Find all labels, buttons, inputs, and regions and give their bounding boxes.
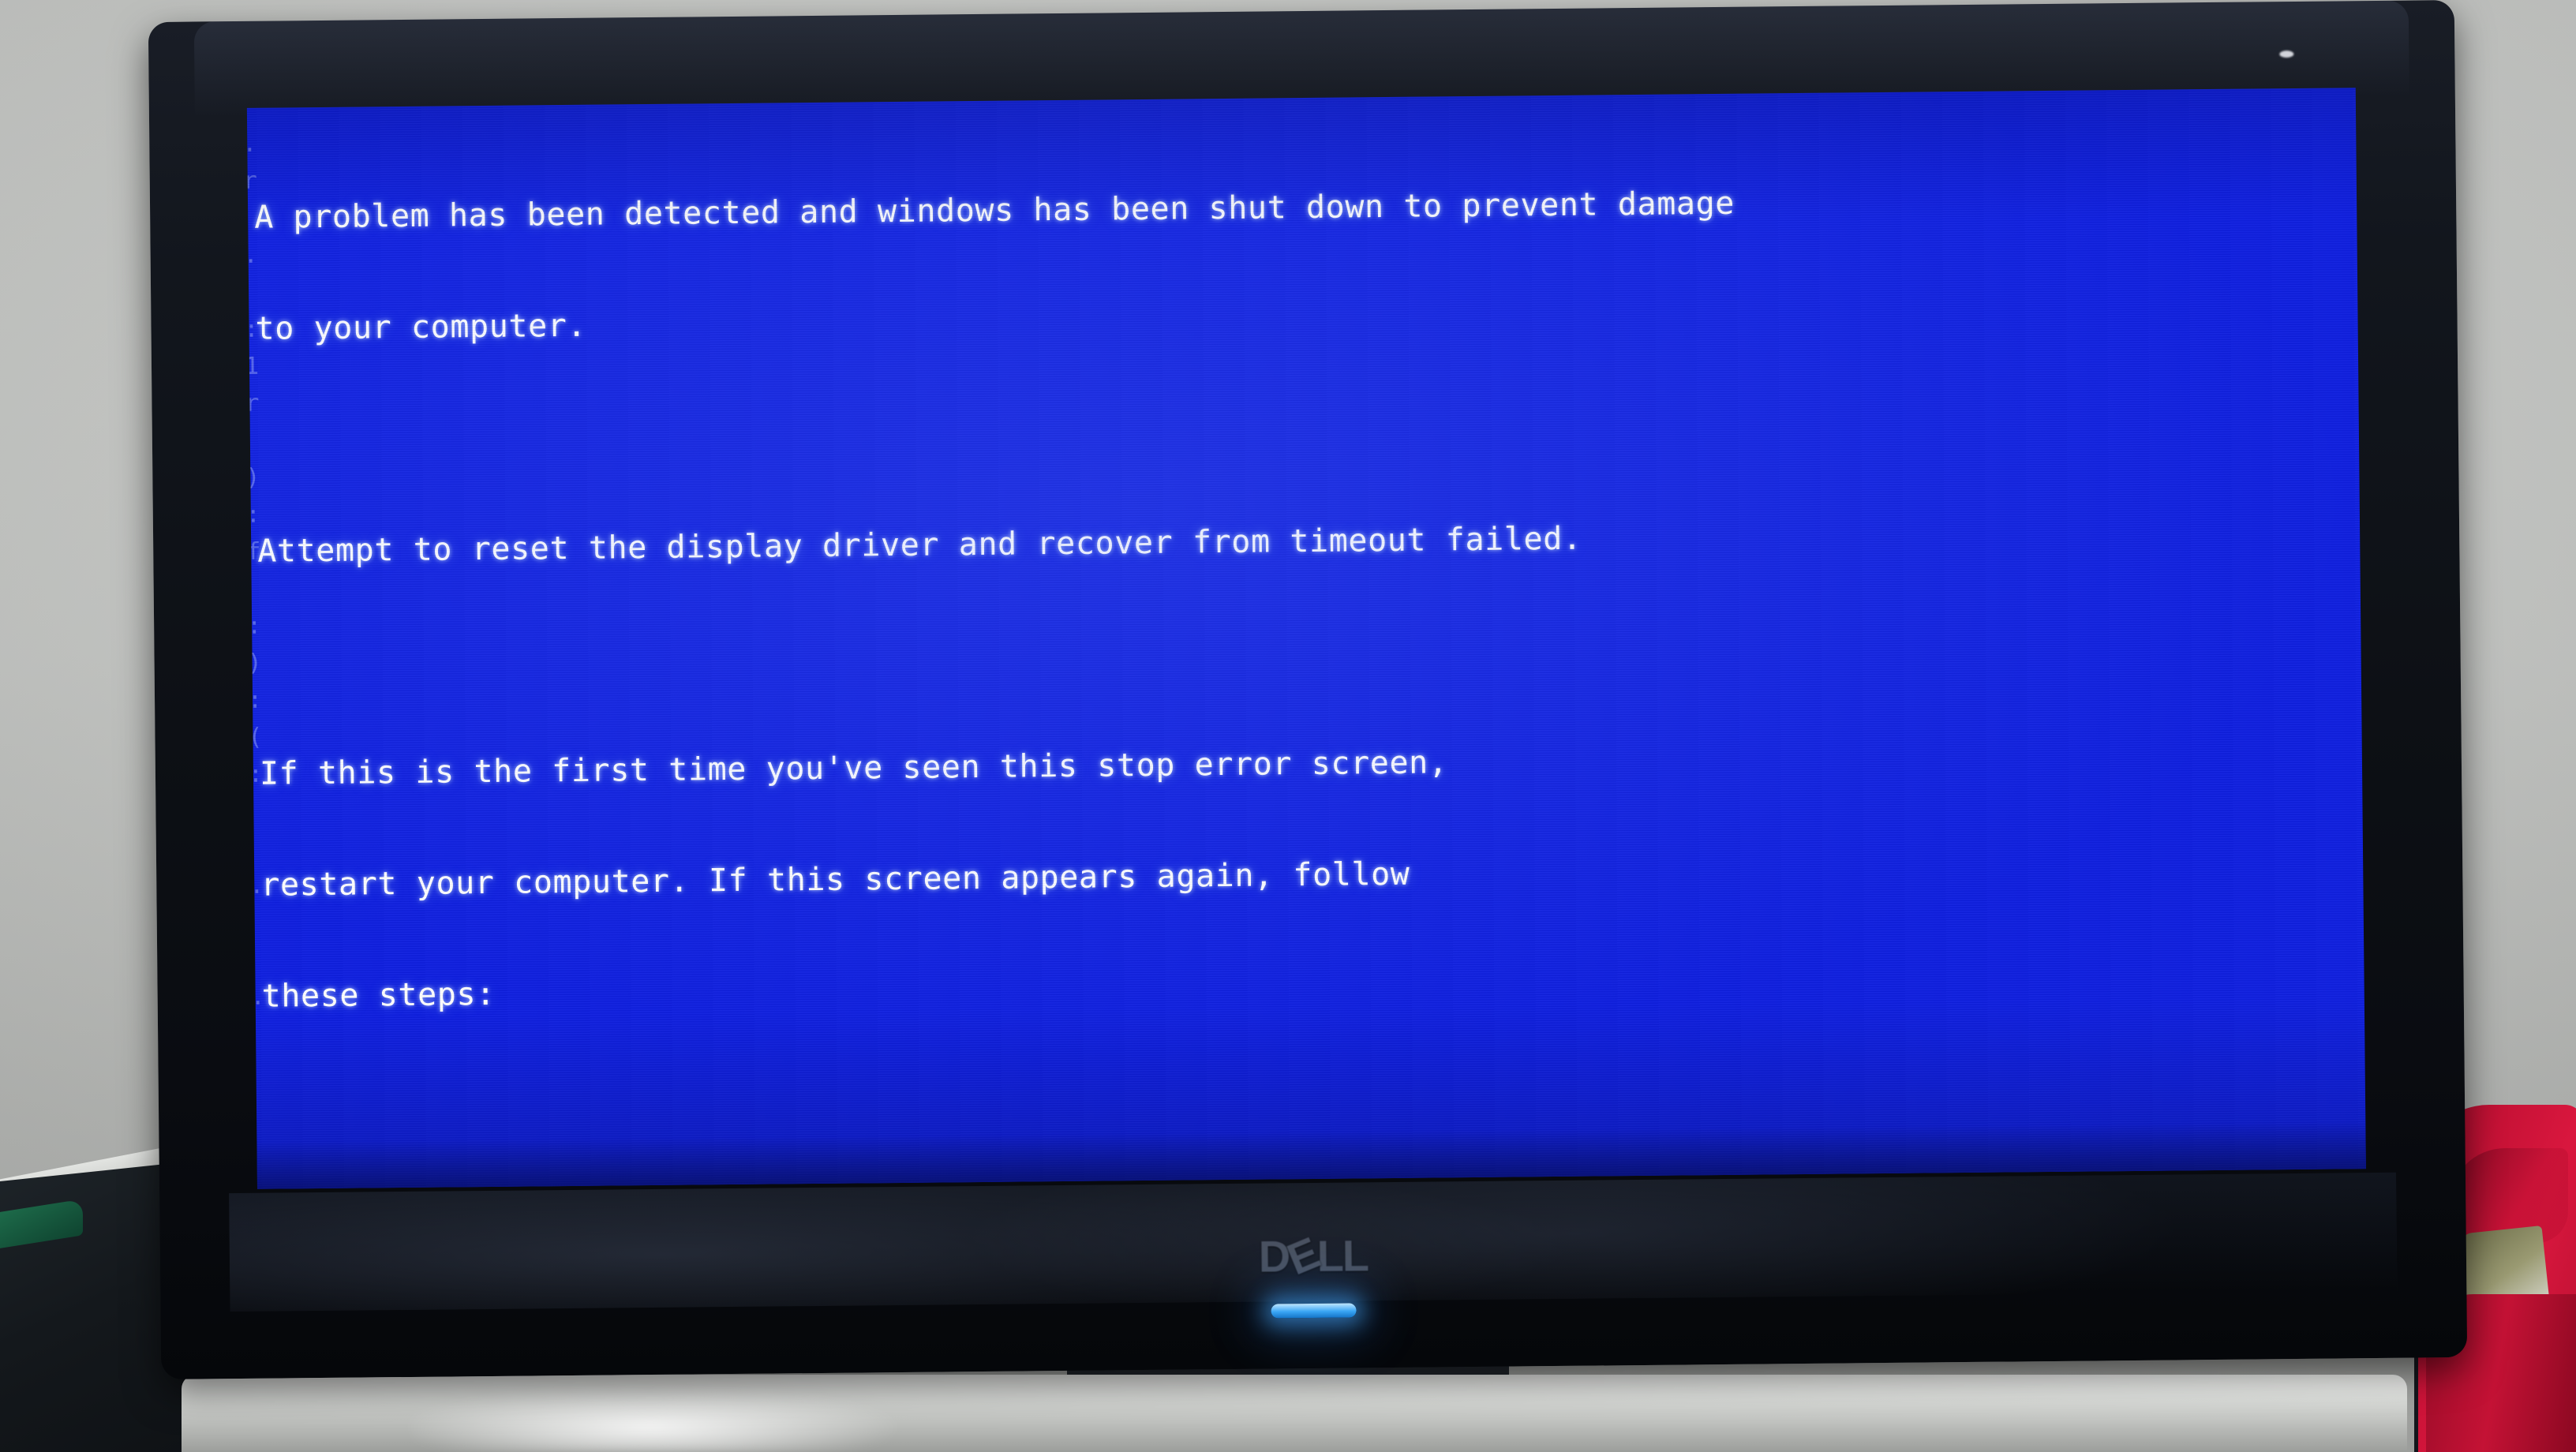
bsod-line: A problem has been detected and windows … [253,185,1735,236]
dell-monitor: . r . : 1 r ) : f : ) : ( : . . A proble… [148,0,2468,1379]
photo-scene: . r . : 1 r ) : f : ) : ( : . . A proble… [0,0,2576,1452]
bsod-blank-line [256,402,2340,458]
dell-brand-logo: DELL [1258,1227,1368,1285]
bsod-line: restart your computer. If this screen ap… [260,855,1410,904]
bsod-line: If this is the first time you've seen th… [259,744,1448,792]
lcd-screen: . r . : 1 r ) : f : ) : ( : . . A proble… [246,88,2366,1189]
bsod-blank-line [258,624,2342,681]
power-led-indicator [1271,1303,1357,1319]
bsod-line: to your computer. [255,307,587,347]
monitor-stand-base [182,1375,2407,1452]
bsod-line: Attempt to reset the display driver and … [257,520,1582,570]
bsod-blank-line [263,1069,2346,1126]
bsod-line: these steps: [261,975,496,1015]
bsod-text-block: A problem has been detected and windows … [253,105,2364,1189]
dell-logo-tilted-e: E [1280,1227,1326,1285]
